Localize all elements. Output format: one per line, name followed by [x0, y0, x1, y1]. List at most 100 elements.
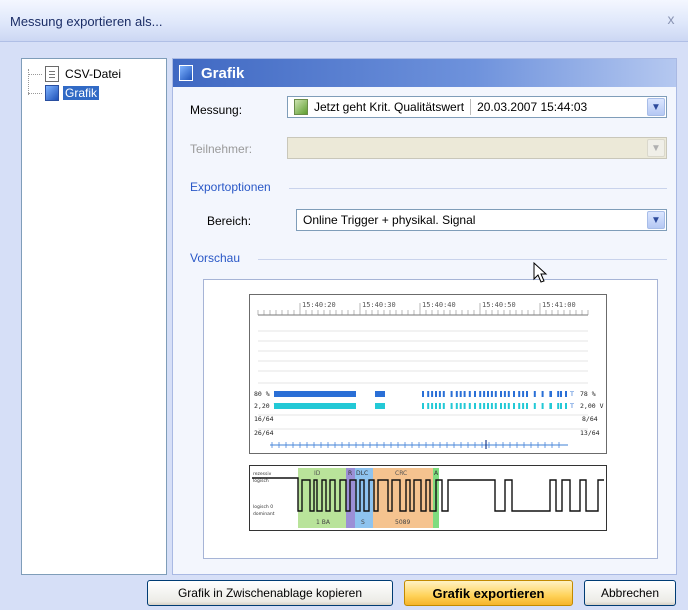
- segment-value: 5089: [395, 519, 410, 526]
- window-title: Messung exportieren als...: [10, 14, 163, 29]
- signal-bar: [427, 403, 430, 409]
- preview-chart: 15:40:20 15:40:30 15:40:40 15:40:50 15:4…: [249, 294, 607, 454]
- segment-label: DLC: [356, 470, 368, 477]
- trigger-marker: T: [569, 390, 574, 398]
- signal-bar: [522, 403, 525, 409]
- signal-bar: [533, 403, 536, 409]
- graphic-icon: [45, 85, 59, 101]
- teilnehmer-label: Teilnehmer:: [190, 142, 253, 156]
- signal-bar: [442, 391, 445, 397]
- signal-bar: [507, 403, 510, 409]
- row-label-left: 16/64: [254, 415, 274, 423]
- signal-bar: [463, 391, 466, 397]
- messung-label: Messung:: [190, 103, 243, 117]
- signal-bar: [503, 391, 506, 397]
- signal-bar: [541, 391, 544, 397]
- signal-bar: [455, 403, 458, 409]
- tree-item-csv[interactable]: CSV-Datei: [28, 65, 123, 83]
- signal-bar: [526, 391, 528, 397]
- signal-bar: [479, 391, 482, 397]
- signal-bar: [422, 403, 424, 409]
- tree-item-label: CSV-Datei: [65, 67, 122, 81]
- signal-bar: [431, 391, 434, 397]
- physical-signal-preview: ID R DLC CRC A 1 BA S 5089 rezessiv logi…: [249, 465, 607, 531]
- title-bar: Messung exportieren als... x: [0, 0, 688, 42]
- vorschau-heading: Vorschau: [190, 251, 241, 265]
- row-label-right: 2,00 V: [580, 402, 604, 410]
- export-graphic-button[interactable]: Grafik exportieren: [404, 580, 573, 606]
- signal-bar: [455, 391, 458, 397]
- close-icon[interactable]: x: [662, 10, 680, 28]
- messung-datetime: 20.03.2007 15:44:03: [477, 100, 588, 114]
- signal-bar: [438, 391, 441, 397]
- signal-bar: [459, 391, 462, 397]
- dialog-buttons: Grafik in Zwischenablage kopieren Grafik…: [0, 576, 688, 610]
- copy-to-clipboard-button[interactable]: Grafik in Zwischenablage kopieren: [147, 580, 393, 606]
- signal-bar: [479, 403, 482, 409]
- csv-file-icon: [45, 66, 59, 82]
- signal-bar: [560, 403, 562, 409]
- signal-bars-voltage: [274, 403, 567, 409]
- messung-select[interactable]: Jetzt geht Krit. Qualitätswert 20.03.200…: [287, 96, 667, 118]
- signal-bar: [468, 391, 471, 397]
- segment-label: R: [348, 470, 352, 477]
- export-format-tree: CSV-Datei Grafik: [21, 58, 167, 575]
- signal-level-label: logisch 0: [253, 504, 273, 510]
- teilnehmer-select[interactable]: ▼: [287, 137, 667, 159]
- signal-bar: [522, 391, 525, 397]
- chevron-down-icon[interactable]: ▼: [647, 98, 665, 116]
- signal-bar: [490, 403, 493, 409]
- signal-bar: [494, 403, 497, 409]
- time-tick-label: 15:40:40: [422, 301, 456, 309]
- panel-header: Grafik: [173, 59, 676, 87]
- cancel-button[interactable]: Abbrechen: [584, 580, 676, 606]
- signal-bar: [450, 403, 453, 409]
- chevron-down-icon[interactable]: ▼: [647, 139, 665, 157]
- signal-bar: [500, 403, 502, 409]
- signal-bar: [422, 391, 424, 397]
- bereich-select[interactable]: Online Trigger + physikal. Signal ▼: [296, 209, 667, 231]
- signal-bar: [431, 403, 434, 409]
- signal-bar: [427, 391, 430, 397]
- segment-value: S: [361, 519, 365, 526]
- signal-bar: [474, 391, 476, 397]
- group-divider: [289, 188, 667, 189]
- chevron-down-icon[interactable]: ▼: [647, 211, 665, 229]
- signal-bar: [463, 403, 466, 409]
- signal-bar: [565, 403, 567, 409]
- preview-area: 15:40:20 15:40:30 15:40:40 15:40:50 15:4…: [203, 279, 658, 559]
- row-label-left: 80 %: [254, 390, 270, 398]
- signal-bar: [494, 391, 497, 397]
- signal-bar: [507, 391, 510, 397]
- signal-bar: [526, 403, 528, 409]
- physical-signal-svg: ID R DLC CRC A 1 BA S 5089 rezessiv logi…: [252, 468, 604, 528]
- signal-bar: [550, 391, 552, 397]
- signal-bar: [513, 391, 515, 397]
- time-tick-label: 15:41:00: [542, 301, 576, 309]
- row-label-right: 13/64: [580, 429, 600, 437]
- tree-item-grafik[interactable]: Grafik: [28, 84, 100, 102]
- signal-bars-percent: [274, 391, 567, 397]
- messung-name: Jetzt geht Krit. Qualitätswert: [314, 100, 465, 114]
- graphic-icon: [179, 65, 193, 81]
- export-dialog: Messung exportieren als... x CSV-Datei G…: [0, 0, 688, 610]
- signal-bar: [438, 403, 441, 409]
- time-tick-label: 15:40:50: [482, 301, 516, 309]
- bereich-value: Online Trigger + physikal. Signal: [303, 213, 476, 227]
- signal-level-label: dominant: [253, 511, 275, 517]
- signal-bar: [503, 403, 506, 409]
- row-label-left: 26/64: [254, 429, 274, 437]
- signal-bar: [487, 391, 489, 397]
- signal-bar: [557, 403, 560, 409]
- signal-level-label: rezessiv: [253, 471, 272, 477]
- signal-bar: [450, 391, 453, 397]
- signal-bar: [435, 391, 437, 397]
- signal-bar: [560, 391, 562, 397]
- exportoptionen-heading: Exportoptionen: [190, 180, 271, 194]
- signal-level-label: logisch: [253, 478, 269, 484]
- mouse-cursor-icon: [533, 262, 548, 283]
- signal-bar: [557, 391, 560, 397]
- trigger-marker: T: [569, 402, 574, 410]
- signal-bar: [550, 403, 552, 409]
- signal-bar: [442, 403, 445, 409]
